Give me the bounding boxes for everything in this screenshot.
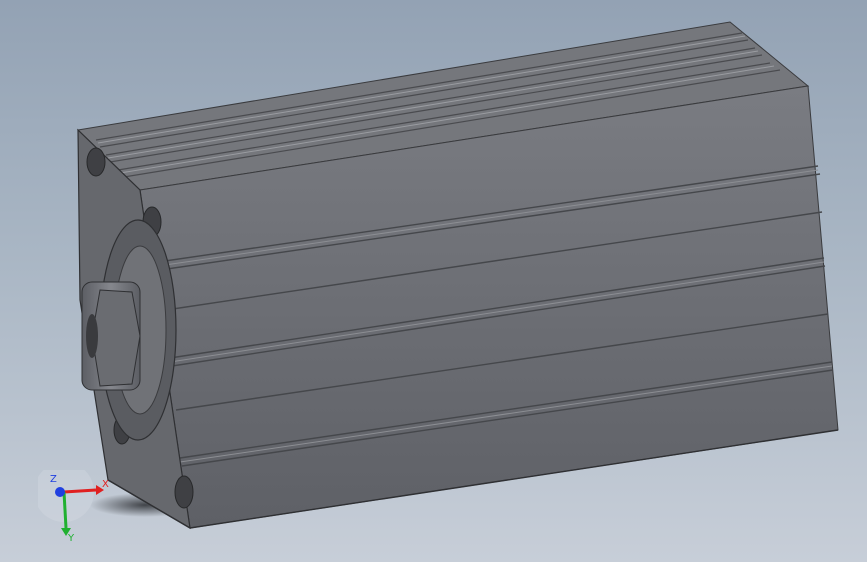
rod-hex-nut [91,289,141,387]
cylinder-model[interactable] [0,0,867,562]
mounting-hole-bottom-right [174,475,194,509]
axis-triad: X Y Z [34,462,118,550]
y-axis-arrow [62,491,68,529]
rod-thread-hole [86,314,98,358]
x-axis-label: X [102,479,109,490]
graphics-viewport[interactable]: X Y Z [0,0,867,562]
x-axis-arrow [63,488,97,494]
z-axis-marker [55,487,65,497]
y-axis-label: Y [68,533,75,544]
z-axis-label: Z [50,474,57,485]
mounting-hole-top-left [86,147,106,177]
